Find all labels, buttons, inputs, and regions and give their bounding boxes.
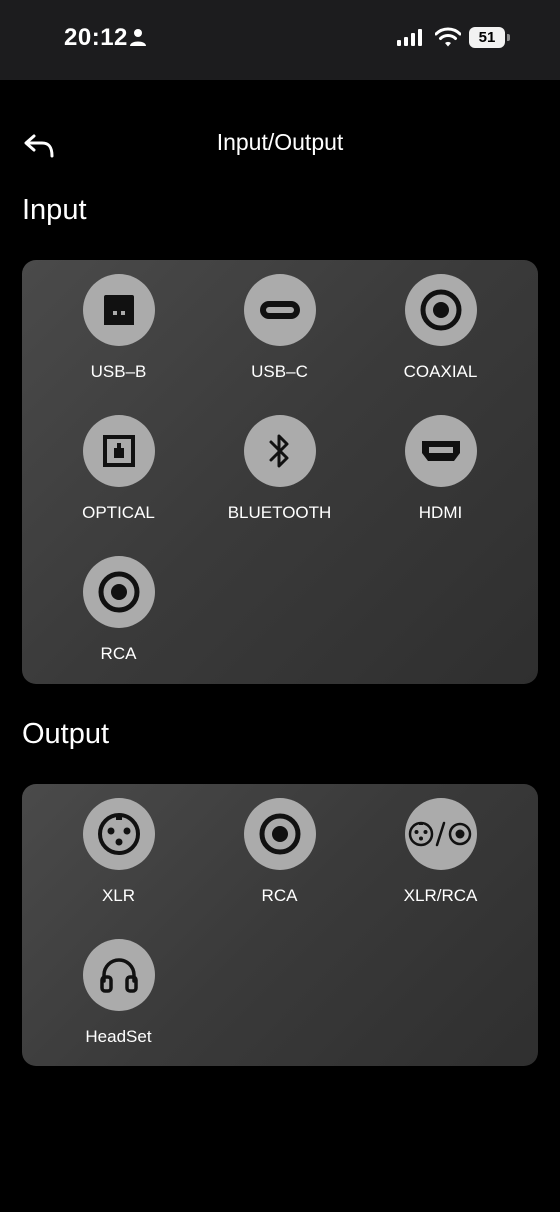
output-headset[interactable]: HeadSet <box>38 925 199 1055</box>
coaxial-icon <box>404 274 477 346</box>
output-xlr[interactable]: XLR <box>38 784 199 914</box>
input-usb-c[interactable]: USB–C <box>199 260 360 390</box>
optical-icon <box>82 415 155 487</box>
usb-b-icon <box>82 274 155 346</box>
output-section-title: Output <box>22 718 110 750</box>
item-label: XLR/RCA <box>403 886 478 905</box>
input-usb-b[interactable]: USB–B <box>38 260 199 390</box>
item-label: HeadSet <box>85 1027 152 1046</box>
battery-level: 51 <box>478 29 496 46</box>
page-title: Input/Output <box>216 129 344 155</box>
output-panel: XLR RCA XLR/RCA HeadSet <box>22 784 538 1066</box>
xlr-rca-icon <box>404 798 477 870</box>
output-rca[interactable]: RCA <box>199 784 360 914</box>
battery-indicator: 51 <box>469 27 510 48</box>
item-label: HDMI <box>418 503 463 522</box>
output-xlr-rca[interactable]: XLR/RCA <box>360 784 521 914</box>
input-bluetooth[interactable]: BLUETOOTH <box>199 401 360 531</box>
item-label: RCA <box>100 644 137 663</box>
usb-c-icon <box>243 274 316 346</box>
rca-icon <box>243 798 316 870</box>
io-settings-screen: 20:12 51 Input/Output Input USB–B USB–C … <box>0 0 560 1212</box>
status-bar: 20:12 51 <box>0 0 560 80</box>
item-label: BLUETOOTH <box>227 503 332 522</box>
input-hdmi[interactable]: HDMI <box>360 401 521 531</box>
bluetooth-icon <box>243 415 316 487</box>
item-label: USB–C <box>251 362 308 381</box>
item-label: RCA <box>261 886 298 905</box>
rca-icon <box>82 556 155 628</box>
item-label: COAXIAL <box>403 362 478 381</box>
input-rca[interactable]: RCA <box>38 542 199 672</box>
item-label: USB–B <box>90 362 147 381</box>
input-coaxial[interactable]: COAXIAL <box>360 260 521 390</box>
item-label: XLR <box>101 886 136 905</box>
input-section-title: Input <box>22 194 87 226</box>
item-label: OPTICAL <box>82 503 155 522</box>
status-time: 20:12 <box>64 24 128 51</box>
person-icon <box>130 29 146 46</box>
input-optical[interactable]: OPTICAL <box>38 401 199 531</box>
wifi-icon <box>435 27 461 47</box>
xlr-icon <box>82 798 155 870</box>
hdmi-icon <box>404 415 477 487</box>
cellular-signal-icon <box>397 29 422 46</box>
headset-icon <box>82 939 155 1011</box>
input-panel: USB–B USB–C COAXIAL OPTICAL BLUETOOTH HD… <box>22 260 538 684</box>
